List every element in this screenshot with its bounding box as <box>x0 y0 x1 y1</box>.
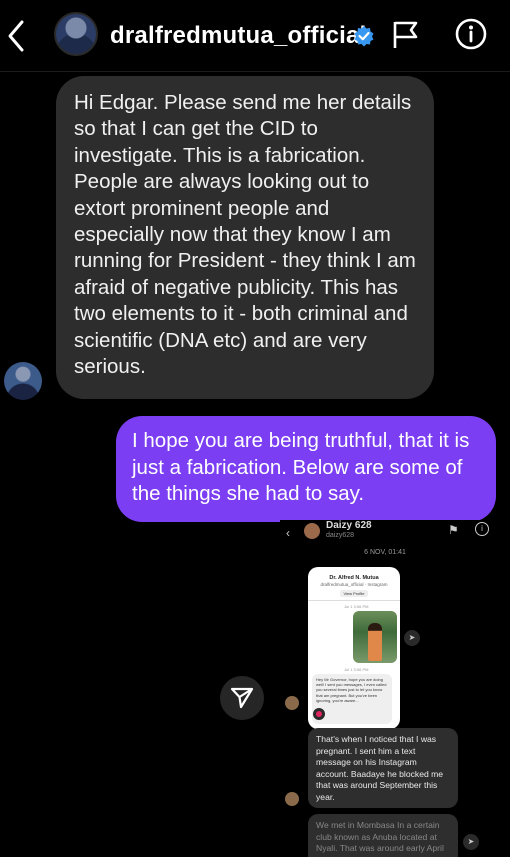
screenshot-message-bubble: We met in Mombasa In a certain club know… <box>308 814 458 857</box>
divider <box>308 600 400 601</box>
card-profile-sub: dralfredmutua_official · Instagram <box>320 582 388 587</box>
chat-header: dralfredmutua_official <box>0 0 510 72</box>
shared-photo <box>353 611 397 663</box>
info-icon: i <box>475 522 489 536</box>
screenshot-username: Daizy 628 <box>326 520 372 531</box>
avatar <box>304 523 320 539</box>
card-timestamp: Jul 1 3:56 PM <box>344 667 369 672</box>
chat-username[interactable]: dralfredmutua_official <box>110 22 366 50</box>
outgoing-message-bubble[interactable]: I hope you are being truthful, that it i… <box>116 416 496 522</box>
info-icon[interactable] <box>455 18 487 50</box>
incoming-message-text: Hi Edgar. Please send me her details so … <box>74 91 416 379</box>
avatar <box>285 792 299 806</box>
card-timestamp: Jul 1 3:56 PM <box>344 604 369 609</box>
message-date: 6 NOV, 01:41 <box>364 549 406 556</box>
flag-icon[interactable] <box>392 20 420 50</box>
chevron-left-icon: ‹ <box>286 526 290 540</box>
flag-icon: ⚑ <box>448 523 459 537</box>
sender-avatar[interactable] <box>4 362 42 400</box>
screenshot-header: ‹ Daizy 628 daizy628 ⚑ i <box>280 520 510 544</box>
heart-icon <box>313 708 325 720</box>
paper-plane-icon: ➤ <box>463 834 479 850</box>
avatar <box>285 696 299 710</box>
share-button[interactable] <box>220 676 264 720</box>
chevron-left-icon[interactable] <box>6 18 26 54</box>
shared-profile-card: Dr. Alfred N. Mutua dralfredmutua_offici… <box>308 567 400 729</box>
screenshot-message-bubble: That's when I noticed that I was pregnan… <box>308 728 458 808</box>
view-profile-button: View Profile <box>340 590 368 597</box>
card-profile-name: Dr. Alfred N. Mutua <box>329 575 379 581</box>
outgoing-message-text: I hope you are being truthful, that it i… <box>132 429 470 505</box>
screenshot-handle: daizy628 <box>326 532 355 539</box>
shared-screenshot[interactable]: ‹ Daizy 628 daizy628 ⚑ i 6 NOV, 01:41 Dr… <box>280 520 510 857</box>
verified-badge-icon <box>354 26 374 47</box>
paper-plane-icon: ➤ <box>404 630 420 646</box>
paper-plane-icon <box>230 687 254 709</box>
incoming-message-bubble[interactable]: Hi Edgar. Please send me her details so … <box>56 76 434 399</box>
profile-avatar[interactable] <box>54 12 98 56</box>
